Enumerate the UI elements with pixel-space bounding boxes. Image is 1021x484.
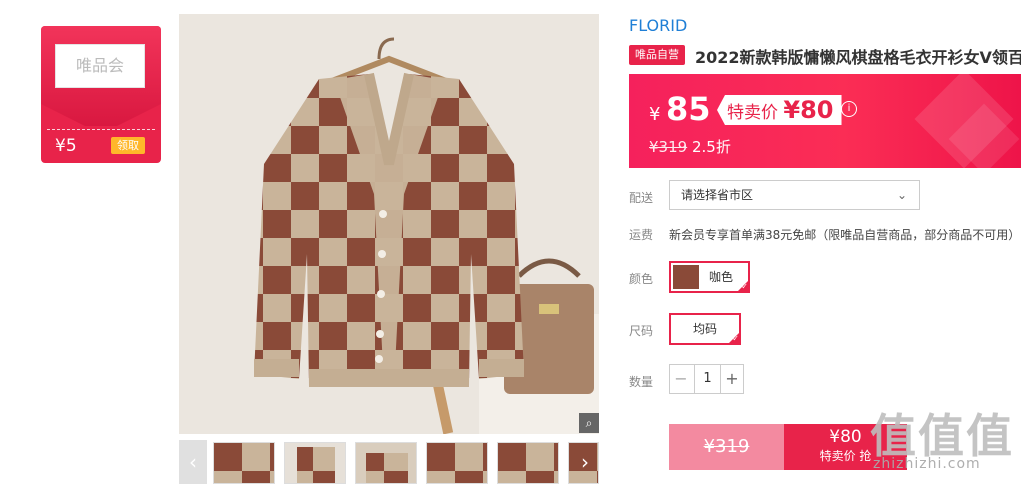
quantity-input[interactable]: 1 — [694, 365, 721, 393]
thumbnail-1[interactable] — [213, 442, 275, 484]
quantity-minus-button[interactable]: − — [670, 365, 692, 393]
coupon-card[interactable]: 唯品会 ¥5 领取 — [41, 26, 161, 163]
thumbnail-next-button[interactable]: › — [571, 440, 599, 484]
color-option-label: 咖色 — [709, 270, 734, 284]
buy-original-price: ¥319 — [703, 436, 750, 457]
shipping-label: 配送 — [629, 191, 654, 205]
original-price-buy-button[interactable]: ¥319 — [669, 424, 784, 470]
current-price: 85 — [666, 90, 711, 128]
size-label: 尺码 — [629, 324, 654, 338]
thumbnail-5[interactable] — [497, 442, 559, 484]
currency-symbol: ¥ — [649, 104, 661, 125]
special-price-value: ¥80 — [783, 96, 834, 124]
color-option-selected[interactable]: 咖色 ✓ — [669, 261, 750, 293]
special-price-label: 特卖价 — [727, 103, 778, 123]
color-swatch — [673, 265, 699, 289]
thumbnail-prev-button[interactable]: ‹ — [179, 440, 207, 484]
price-panel: ¥ 85 特卖价 ¥80 i ¥319 2.5折 — [629, 74, 1021, 168]
thumbnail-3[interactable] — [355, 442, 417, 484]
original-price: ¥319 — [649, 138, 688, 156]
info-icon[interactable]: i — [841, 101, 857, 117]
sweater-illustration — [179, 14, 599, 434]
thumbnail-4[interactable] — [426, 442, 488, 484]
fee-text: 新会员专享首单满38元免邮（限唯品自营商品，部分商品不可用） — [669, 228, 1021, 242]
coupon-divider — [47, 129, 155, 130]
color-label: 颜色 — [629, 272, 654, 286]
thumbnail-2[interactable] — [284, 442, 346, 484]
discount-rate: 2.5折 — [691, 138, 731, 156]
product-main-image[interactable] — [179, 14, 599, 434]
watermark-url: zhizhizhi.com — [873, 456, 981, 472]
quantity-stepper: − 1 + — [669, 364, 744, 394]
quantity-label: 数量 — [629, 375, 654, 389]
claim-coupon-button[interactable]: 领取 — [111, 137, 145, 154]
check-icon: ✓ — [732, 334, 739, 343]
vip-logo: 唯品会 — [55, 44, 145, 88]
check-icon: ✓ — [741, 282, 748, 291]
region-select-value: 请选择省市区 — [681, 188, 754, 202]
region-select[interactable]: 请选择省市区 ⌄ — [669, 180, 920, 210]
quantity-plus-button[interactable]: + — [721, 365, 743, 393]
thumbnail-strip: ‹ › — [179, 440, 599, 484]
original-price-line: ¥319 2.5折 — [649, 136, 731, 157]
product-title: 2022新款韩版慵懒风棋盘格毛衣开衫女V领百搭 — [695, 48, 1021, 67]
self-operated-badge: 唯品自营 — [629, 45, 685, 65]
size-option-selected[interactable]: 均码 ✓ — [669, 313, 741, 345]
fee-label: 运费 — [629, 228, 654, 242]
magnifier-icon[interactable]: ⌕ — [579, 413, 599, 433]
coupon-amount: ¥5 — [55, 136, 77, 156]
brand-link[interactable]: FLORID — [629, 16, 687, 35]
chevron-down-icon: ⌄ — [896, 188, 907, 202]
size-option-label: 均码 — [692, 322, 717, 336]
special-price-tag: 特卖价 ¥80 — [717, 95, 842, 125]
